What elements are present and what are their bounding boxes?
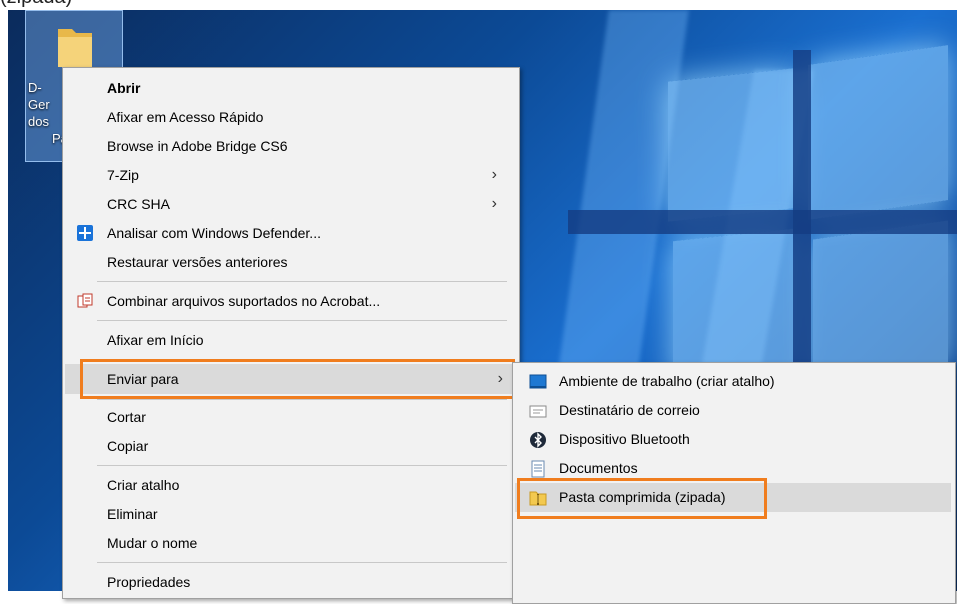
menu-item-eliminar[interactable]: Eliminar <box>65 500 515 528</box>
windows-defender-icon <box>77 225 93 241</box>
wallpaper-pane <box>668 68 793 222</box>
submenu-item-mail-recipient[interactable]: Destinatário de correio <box>515 396 951 425</box>
menu-item-copiar[interactable]: Copiar <box>65 432 515 460</box>
menu-item-propriedades[interactable]: Propriedades <box>65 568 515 596</box>
menu-separator <box>97 465 507 466</box>
menu-item-cortar[interactable]: Cortar <box>65 403 515 431</box>
bluetooth-icon <box>530 432 546 448</box>
desktop-icon <box>529 374 547 389</box>
menu-item-7zip[interactable]: 7-Zip › <box>65 161 515 189</box>
acrobat-icon <box>77 293 93 308</box>
wallpaper-pane <box>673 228 793 382</box>
menu-item-crc-sha[interactable]: CRC SHA › <box>65 190 515 218</box>
menu-item-afixar-acesso-rapido[interactable]: Afixar em Acesso Rápido <box>65 103 515 131</box>
wallpaper-pane <box>808 45 948 220</box>
wallpaper-divider <box>568 210 957 234</box>
chevron-right-icon: › <box>491 166 497 183</box>
folder-icon <box>58 29 92 67</box>
menu-separator <box>97 320 507 321</box>
menu-item-browse-bridge[interactable]: Browse in Adobe Bridge CS6 <box>65 132 515 160</box>
menu-item-windows-defender[interactable]: Analisar com Windows Defender... <box>65 219 515 247</box>
submenu-item-bluetooth[interactable]: Dispositivo Bluetooth <box>515 425 951 454</box>
caption-text: (zipada) <box>0 0 72 9</box>
chevron-right-icon: › <box>491 195 497 212</box>
menu-item-abrir[interactable]: Abrir <box>65 74 515 102</box>
menu-item-mudar-nome[interactable]: Mudar o nome <box>65 529 515 557</box>
menu-item-restaurar-versoes[interactable]: Restaurar versões anteriores <box>65 248 515 276</box>
menu-item-combinar-acrobat[interactable]: Combinar arquivos suportados no Acrobat.… <box>65 287 515 315</box>
documents-icon <box>531 460 545 478</box>
menu-item-afixar-inicio[interactable]: Afixar em Início <box>65 326 515 354</box>
menu-item-criar-atalho[interactable]: Criar atalho <box>65 471 515 499</box>
mail-icon <box>529 405 547 418</box>
context-menu: Abrir Afixar em Acesso Rápido Browse in … <box>62 67 520 599</box>
highlight-box-zip-folder <box>517 478 767 519</box>
menu-separator <box>97 281 507 282</box>
wallpaper-pane <box>813 220 948 385</box>
menu-separator <box>97 562 507 563</box>
highlight-box-enviar-para <box>80 359 515 399</box>
menu-separator <box>97 399 507 400</box>
submenu-item-desktop[interactable]: Ambiente de trabalho (criar atalho) <box>515 367 951 396</box>
